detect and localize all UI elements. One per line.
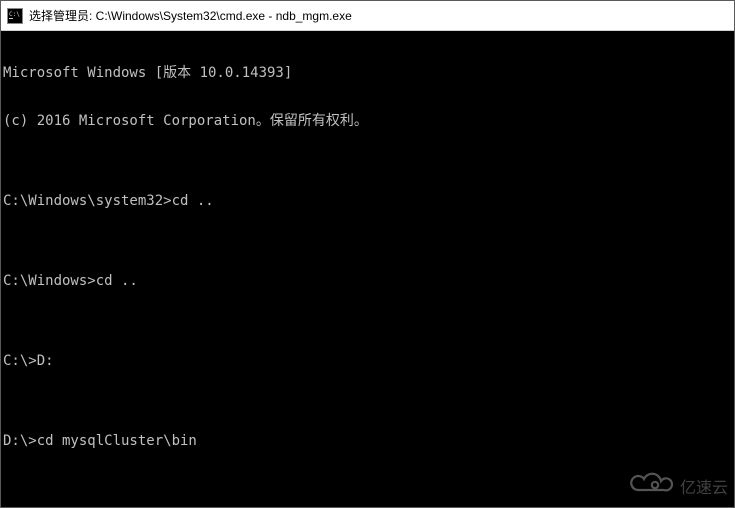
terminal-line: D:\>cd mysqlCluster\bin [3,433,732,449]
cmd-icon: C:\ [7,8,23,24]
svg-text:C:\: C:\ [9,11,20,18]
terminal-line: C:\Windows>cd .. [3,273,732,289]
terminal-line: C:\>D: [3,353,732,369]
terminal-output[interactable]: Microsoft Windows [版本 10.0.14393] (c) 20… [1,31,734,507]
terminal-line: C:\Windows\system32>cd .. [3,193,732,209]
window-title: 选择管理员: C:\Windows\System32\cmd.exe - ndb… [29,7,352,24]
titlebar[interactable]: C:\ 选择管理员: C:\Windows\System32\cmd.exe -… [1,1,734,31]
terminal-line: (c) 2016 Microsoft Corporation。保留所有权利。 [3,113,732,129]
cmd-window: C:\ 选择管理员: C:\Windows\System32\cmd.exe -… [0,0,735,508]
terminal-line: Microsoft Windows [版本 10.0.14393] [3,65,732,81]
